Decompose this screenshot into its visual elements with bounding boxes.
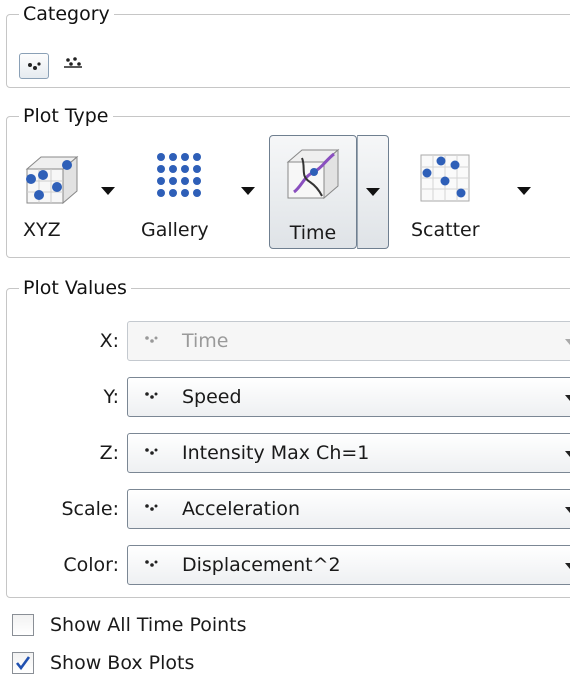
scatter-grid-icon (420, 154, 470, 202)
xyz-dropdown-arrow-icon[interactable] (101, 187, 115, 195)
plot-type-group: Plot Type XYZ Gallery Time Scatter (6, 103, 570, 258)
plot-type-scatter-button[interactable]: Scatter (399, 135, 539, 249)
category-legend: Category (19, 1, 114, 27)
scale-label: Scale: (61, 498, 119, 520)
dots-scatter-icon (145, 392, 158, 399)
plot-type-legend: Plot Type (19, 103, 113, 129)
dots-scatter-icon (145, 336, 158, 343)
chevron-down-icon (565, 451, 570, 457)
show-all-time-points-checkbox[interactable] (12, 614, 34, 636)
dots-scatter-icon (28, 62, 41, 70)
plot-type-scatter-label: Scatter (411, 219, 480, 241)
dot-grid-icon (157, 153, 201, 197)
dots-scatter-icon (145, 560, 158, 567)
time-track-icon (286, 148, 340, 200)
chevron-down-icon (565, 339, 570, 345)
plot-type-time-label: Time (289, 222, 337, 244)
x-axis-value: Time (182, 330, 229, 352)
plot-values-group: Plot Values X: Time Y: Speed Z: Intensit… (6, 275, 570, 598)
plot-type-xyz-button[interactable]: XYZ (15, 135, 121, 249)
color-label: Color: (63, 554, 119, 576)
cube-scatter-icon (25, 155, 79, 205)
x-axis-label: X: (99, 330, 119, 352)
plot-values-legend: Plot Values (19, 275, 131, 301)
z-axis-select[interactable]: Intensity Max Ch=1 (127, 433, 570, 473)
grouped-dots-icon (64, 57, 82, 68)
show-box-plots-label: Show Box Plots (50, 652, 195, 674)
dots-scatter-icon (145, 448, 158, 455)
time-dropdown-button[interactable] (357, 135, 389, 249)
chevron-down-icon (565, 507, 570, 513)
y-axis-label: Y: (103, 386, 119, 408)
plot-type-time-button[interactable]: Time (269, 135, 357, 249)
y-axis-select[interactable]: Speed (127, 377, 570, 417)
y-axis-value: Speed (182, 386, 242, 408)
show-box-plots-checkbox[interactable] (12, 652, 34, 674)
category-grouped-button[interactable] (59, 51, 89, 77)
time-dropdown-arrow-icon (366, 188, 380, 196)
checkmark-icon (15, 656, 31, 671)
plot-type-gallery-label: Gallery (141, 219, 209, 241)
category-dots-button[interactable] (19, 53, 49, 79)
plot-type-gallery-button[interactable]: Gallery (131, 135, 261, 249)
color-select[interactable]: Displacement^2 (127, 545, 570, 585)
scale-value: Acceleration (182, 498, 301, 520)
scale-select[interactable]: Acceleration (127, 489, 570, 529)
color-value: Displacement^2 (182, 554, 341, 576)
chevron-down-icon (565, 563, 570, 569)
scatter-dropdown-arrow-icon[interactable] (517, 187, 531, 195)
dots-scatter-icon (145, 504, 158, 511)
category-group: Category (6, 1, 570, 88)
gallery-dropdown-arrow-icon[interactable] (241, 187, 255, 195)
x-axis-select: Time (127, 321, 570, 361)
plot-type-xyz-label: XYZ (23, 219, 61, 241)
chevron-down-icon (565, 395, 570, 401)
z-axis-label: Z: (99, 442, 119, 464)
show-all-time-points-label: Show All Time Points (50, 614, 247, 636)
z-axis-value: Intensity Max Ch=1 (182, 442, 370, 464)
